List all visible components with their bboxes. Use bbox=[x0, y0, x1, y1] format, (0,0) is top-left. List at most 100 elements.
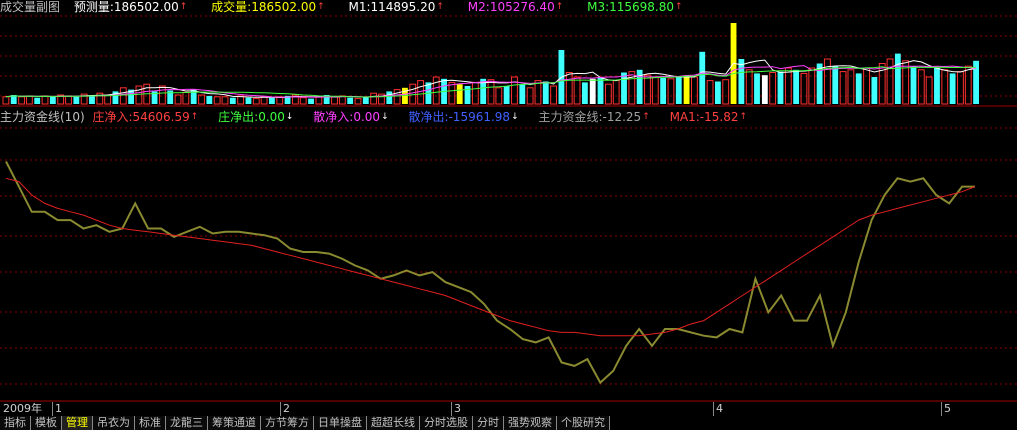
volume-bar bbox=[754, 73, 760, 104]
volume-bar bbox=[824, 58, 831, 105]
volume-bar bbox=[699, 51, 706, 104]
tab-item[interactable]: 模板 bbox=[31, 416, 62, 430]
volume-bar bbox=[777, 71, 784, 104]
volume-bar bbox=[660, 77, 667, 104]
volume-bar bbox=[456, 84, 463, 104]
volume-bar bbox=[315, 96, 323, 105]
volume-bar bbox=[519, 84, 526, 104]
volume-bar bbox=[471, 81, 479, 105]
volume-bar bbox=[675, 76, 682, 104]
volume-bar bbox=[18, 96, 25, 105]
tab-item[interactable]: 超超长线 bbox=[367, 416, 420, 430]
volume-bar bbox=[644, 74, 651, 105]
time-axis-tick: 4 bbox=[713, 402, 723, 416]
volume-bar bbox=[260, 96, 268, 105]
volume-bar bbox=[89, 95, 95, 104]
tab-item[interactable]: 日单操盘 bbox=[314, 416, 367, 430]
volume-bar bbox=[213, 96, 221, 105]
volume-bar bbox=[49, 96, 56, 104]
volume-bar bbox=[855, 73, 862, 104]
volume-bar bbox=[886, 58, 894, 105]
volume-bar bbox=[949, 73, 956, 104]
volume-bar bbox=[769, 72, 777, 105]
volume-bar bbox=[589, 78, 596, 104]
volume-bar bbox=[784, 67, 792, 105]
volume-bar bbox=[832, 66, 839, 104]
volume-bar bbox=[808, 67, 816, 105]
tab-item[interactable]: 吊衣为 bbox=[93, 416, 135, 430]
volume-bar bbox=[503, 86, 510, 104]
volume-bar bbox=[793, 69, 800, 104]
volume-bar bbox=[800, 72, 808, 105]
time-axis-tick: 2 bbox=[280, 402, 290, 416]
volume-bar bbox=[487, 79, 495, 105]
volume-bar bbox=[135, 85, 143, 105]
volume-bar bbox=[386, 91, 393, 104]
volume-bar bbox=[370, 92, 378, 105]
volume-bar bbox=[73, 96, 80, 104]
tab-item[interactable]: 龙龍三 bbox=[166, 416, 208, 430]
volume-bar bbox=[41, 95, 49, 105]
volume-bar bbox=[612, 80, 620, 105]
volume-bar bbox=[621, 72, 627, 104]
volume-bar bbox=[706, 80, 714, 105]
time-axis-tick: 3 bbox=[451, 402, 461, 416]
volume-bar bbox=[432, 76, 440, 105]
volume-bar bbox=[581, 82, 588, 104]
tab-item[interactable]: 管理 bbox=[62, 416, 93, 430]
volume-bar bbox=[308, 98, 314, 104]
volume-bar bbox=[871, 77, 878, 104]
tab-item[interactable]: 指标 bbox=[0, 416, 31, 430]
volume-bar bbox=[683, 75, 690, 104]
volume-bar bbox=[714, 81, 721, 104]
volume-bar bbox=[158, 85, 166, 105]
volume-bar bbox=[534, 80, 542, 105]
volume-bar bbox=[894, 53, 901, 104]
volume-bar bbox=[464, 86, 471, 104]
volume-bars bbox=[2, 23, 979, 105]
volume-bar bbox=[221, 96, 229, 105]
tab-item[interactable]: 分时 bbox=[473, 416, 504, 430]
volume-bar bbox=[722, 79, 730, 105]
time-axis: 2009年 1 2 3 4 5 bbox=[0, 402, 1017, 416]
time-axis-tick: 5 bbox=[941, 402, 951, 416]
volume-bar bbox=[745, 69, 753, 105]
volume-bar bbox=[917, 69, 925, 105]
volume-bar bbox=[182, 91, 190, 105]
volume-bar bbox=[651, 76, 659, 105]
time-axis-tick: 1 bbox=[52, 402, 62, 416]
volume-bar bbox=[299, 97, 307, 105]
volume-bar bbox=[573, 76, 581, 105]
tab-item[interactable]: 个股研究 bbox=[557, 416, 610, 430]
volume-bar bbox=[252, 98, 260, 105]
volume-bar bbox=[206, 95, 213, 104]
volume-bar bbox=[511, 76, 518, 105]
volume-bar bbox=[934, 68, 940, 104]
volume-bar bbox=[863, 67, 870, 105]
volume-bar bbox=[964, 65, 972, 105]
tab-item[interactable]: 方节筹方 bbox=[261, 416, 314, 430]
volume-bar bbox=[941, 69, 949, 105]
volume-bar bbox=[347, 97, 354, 104]
volume-bar bbox=[847, 69, 855, 105]
volume-bar bbox=[691, 76, 698, 105]
volume-bar bbox=[902, 60, 910, 105]
volume-bar bbox=[550, 85, 558, 105]
volume-bar bbox=[761, 75, 768, 104]
volume-bar bbox=[542, 81, 549, 104]
volume-bar bbox=[667, 78, 675, 105]
tab-item[interactable]: 分时选股 bbox=[420, 416, 473, 430]
volume-bar bbox=[604, 83, 612, 105]
tab-item[interactable]: 标准 bbox=[135, 416, 166, 430]
tab-item[interactable]: 强势观察 bbox=[504, 416, 557, 430]
year-label: 2009年 bbox=[3, 402, 42, 415]
volume-bar bbox=[65, 95, 72, 105]
volume-bar bbox=[448, 81, 456, 105]
volume-bar bbox=[925, 76, 933, 105]
chart-grid bbox=[0, 15, 1017, 402]
volume-bar bbox=[354, 98, 362, 105]
volume-bar bbox=[229, 97, 236, 104]
volume-bar bbox=[34, 97, 41, 104]
tab-item[interactable]: 筹策通道 bbox=[208, 416, 261, 430]
volume-bar bbox=[738, 59, 745, 104]
